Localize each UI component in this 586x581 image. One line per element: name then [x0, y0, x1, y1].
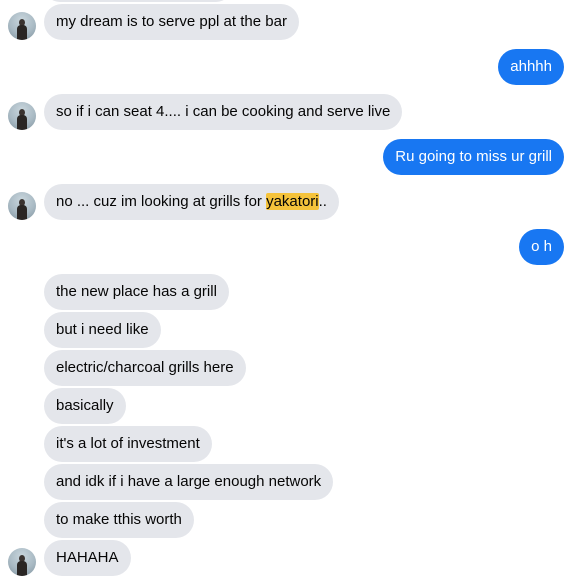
- incoming-message[interactable]: but i need like: [44, 312, 161, 348]
- incoming-message[interactable]: HAHAHA: [44, 540, 131, 576]
- contact-avatar[interactable]: [8, 12, 36, 40]
- incoming-message[interactable]: to make tthis worth: [44, 502, 194, 538]
- incoming-message[interactable]: and idk if i have a large enough network: [44, 464, 334, 500]
- message-text: no ... cuz im looking at grills for: [56, 193, 267, 210]
- incoming-message[interactable]: my dream is to serve ppl at the bar: [44, 4, 299, 40]
- previous-message-bubble[interactable]: [44, 0, 232, 2]
- contact-avatar[interactable]: [8, 192, 36, 220]
- incoming-message[interactable]: the new place has a grill: [44, 274, 229, 310]
- incoming-message[interactable]: basically: [44, 388, 126, 424]
- outgoing-message[interactable]: ahhhh: [498, 49, 564, 85]
- search-highlight: yakatori: [266, 193, 319, 210]
- contact-avatar[interactable]: [8, 548, 36, 576]
- incoming-message[interactable]: no ... cuz im looking at grills for yaka…: [44, 184, 339, 220]
- incoming-message[interactable]: electric/charcoal grills here: [44, 350, 246, 386]
- incoming-message[interactable]: it's a lot of investment: [44, 426, 212, 462]
- contact-avatar[interactable]: [8, 102, 36, 130]
- outgoing-message[interactable]: o h: [519, 229, 564, 265]
- message-thread: my dream is to serve ppl at the bar ahhh…: [0, 0, 586, 581]
- outgoing-message[interactable]: Ru going to miss ur grill: [383, 139, 564, 175]
- message-text: ..: [318, 193, 327, 210]
- incoming-message[interactable]: so if i can seat 4.... i can be cooking …: [44, 94, 403, 130]
